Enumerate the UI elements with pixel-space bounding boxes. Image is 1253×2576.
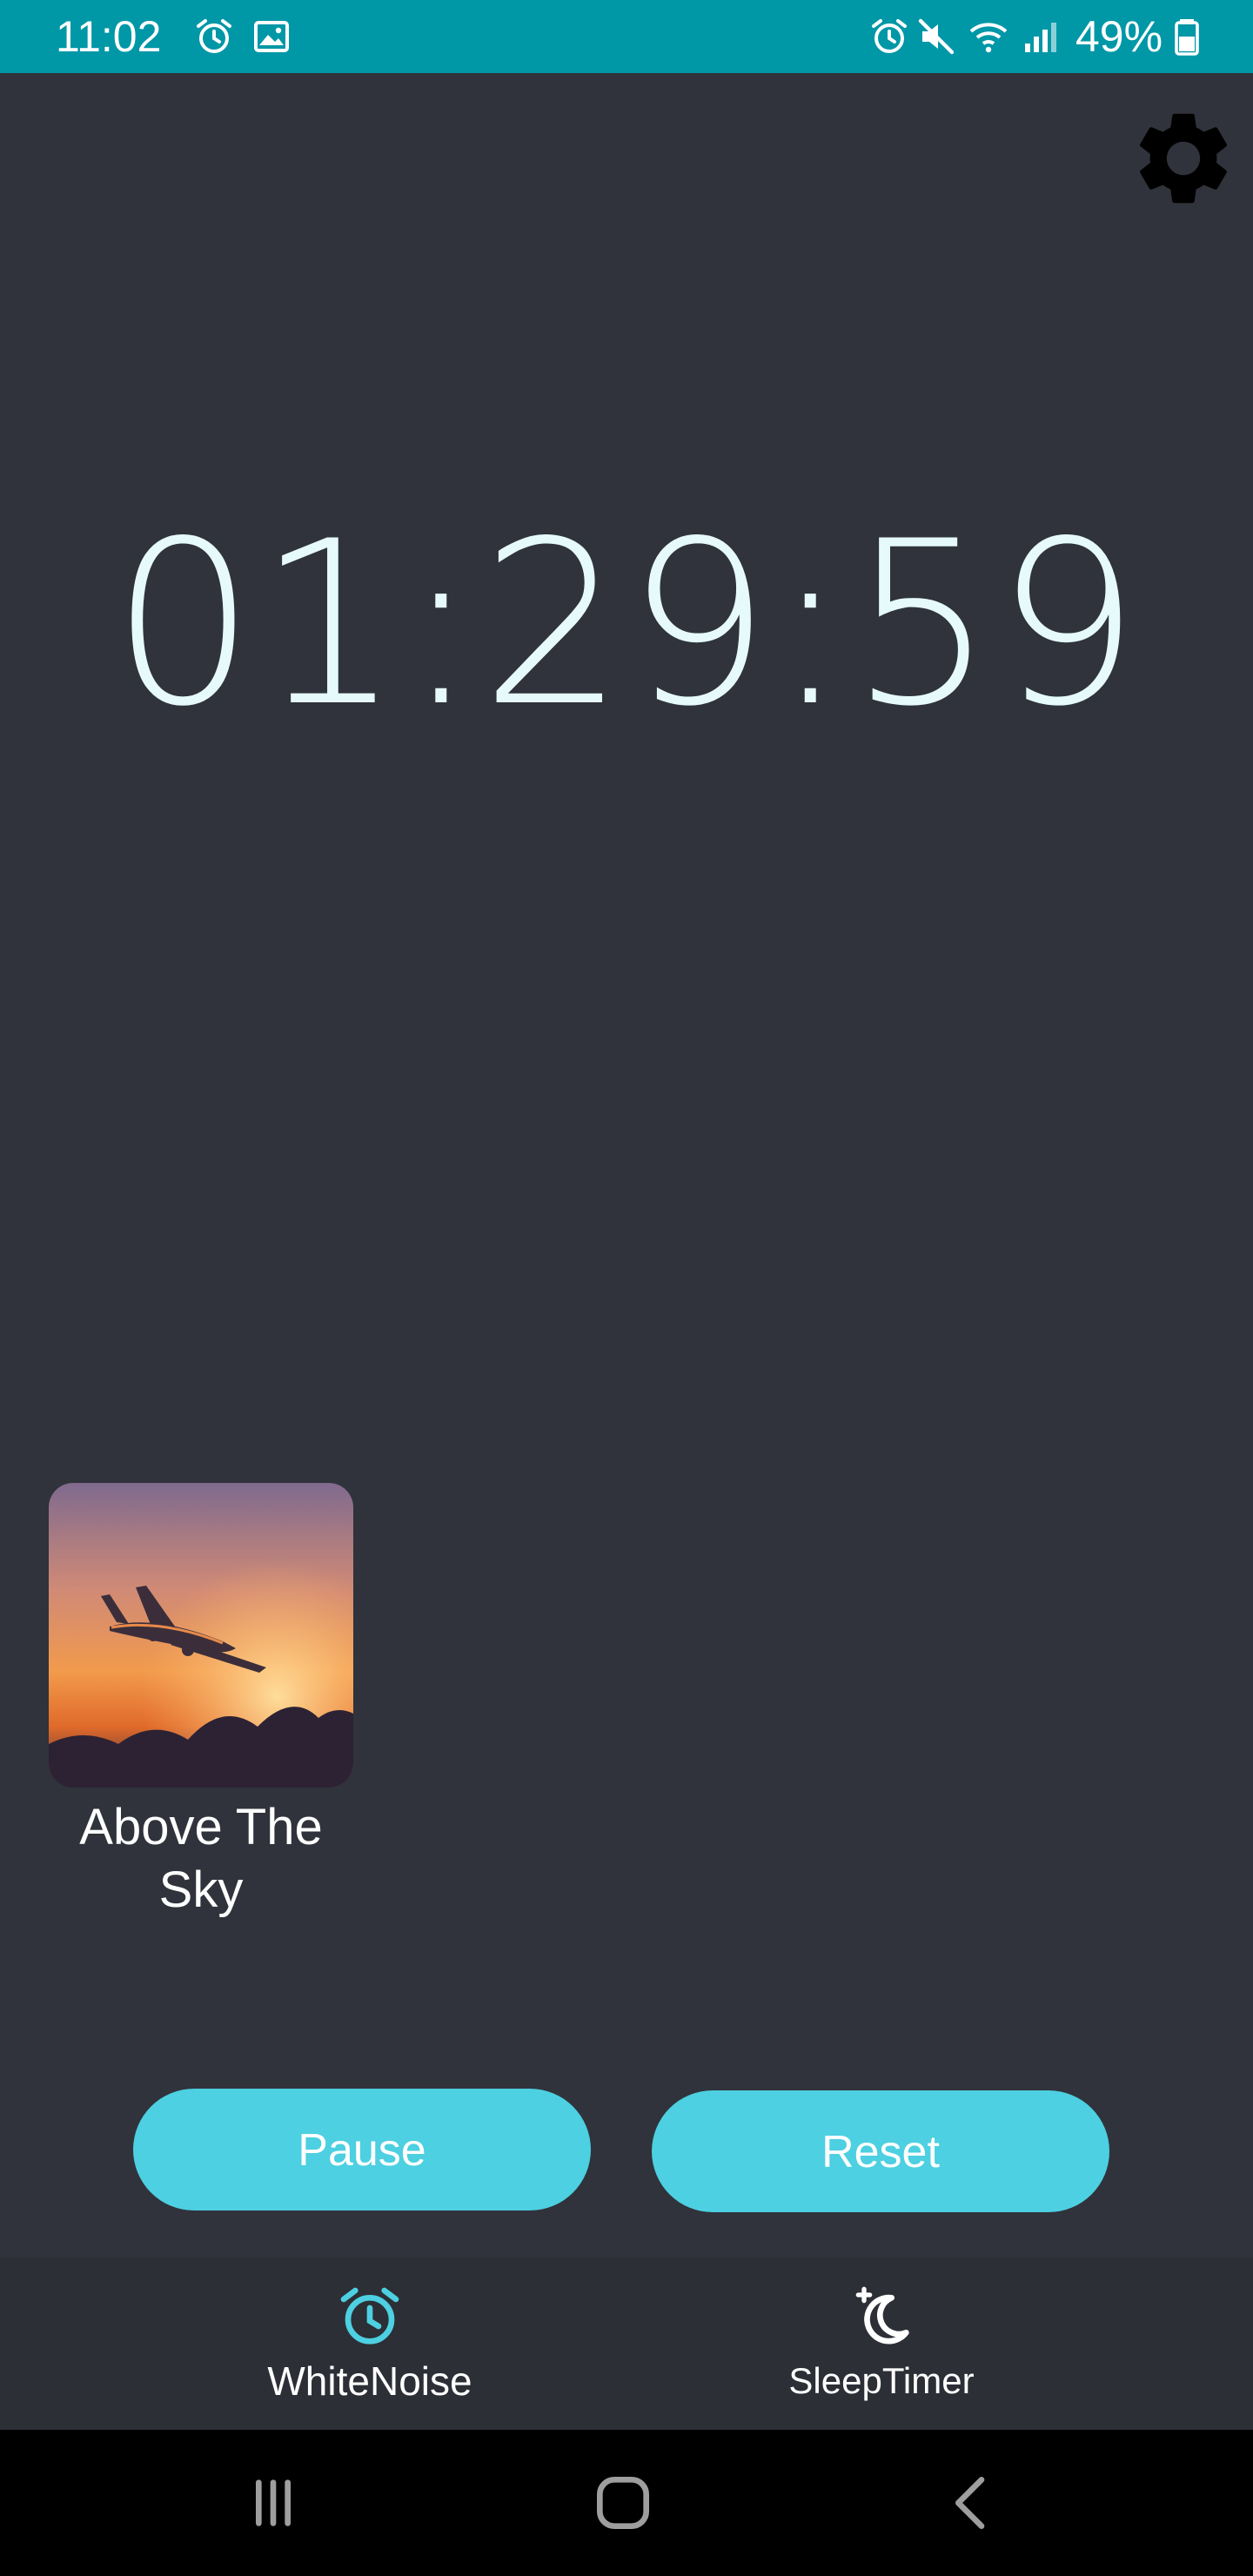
- reset-button[interactable]: Reset: [652, 2090, 1109, 2212]
- image-icon: [254, 21, 289, 52]
- home-icon[interactable]: [588, 2468, 658, 2538]
- nav-label-sleeptimer: SleepTimer: [788, 2360, 975, 2401]
- pause-button[interactable]: Pause: [133, 2089, 591, 2210]
- back-icon[interactable]: [938, 2468, 1008, 2538]
- signal-icon: [1025, 23, 1056, 52]
- system-navigation-bar: [0, 2430, 1253, 2576]
- airplane-sunset-image[interactable]: [49, 1483, 353, 1788]
- alarm-icon: [197, 19, 231, 53]
- mute-icon: [918, 18, 955, 55]
- moon-star-icon: [855, 2286, 909, 2345]
- bottom-navigation: WhiteNoise SleepTimer: [0, 2257, 1253, 2430]
- status-bar: 11:02 49%: [0, 0, 1253, 73]
- alarm-clock-icon: [340, 2287, 399, 2345]
- nav-label-whitenoise: WhiteNoise: [267, 2358, 472, 2404]
- sound-title: Above The Sky: [79, 1799, 323, 1918]
- alarm-icon: [872, 19, 907, 53]
- gear-icon[interactable]: [1128, 103, 1239, 214]
- wifi-icon: [969, 23, 1008, 53]
- status-time: 11:02: [56, 12, 162, 61]
- countdown-timer: 01:29:59: [111, 493, 1142, 756]
- recent-apps-icon[interactable]: [238, 2468, 308, 2538]
- nav-item-sleeptimer[interactable]: SleepTimer: [707, 2257, 1055, 2430]
- battery-percent: 49%: [1075, 12, 1163, 61]
- nav-item-whitenoise[interactable]: WhiteNoise: [196, 2257, 544, 2430]
- sound-card[interactable]: Above The Sky: [49, 1483, 353, 1922]
- battery-icon: [1175, 19, 1199, 56]
